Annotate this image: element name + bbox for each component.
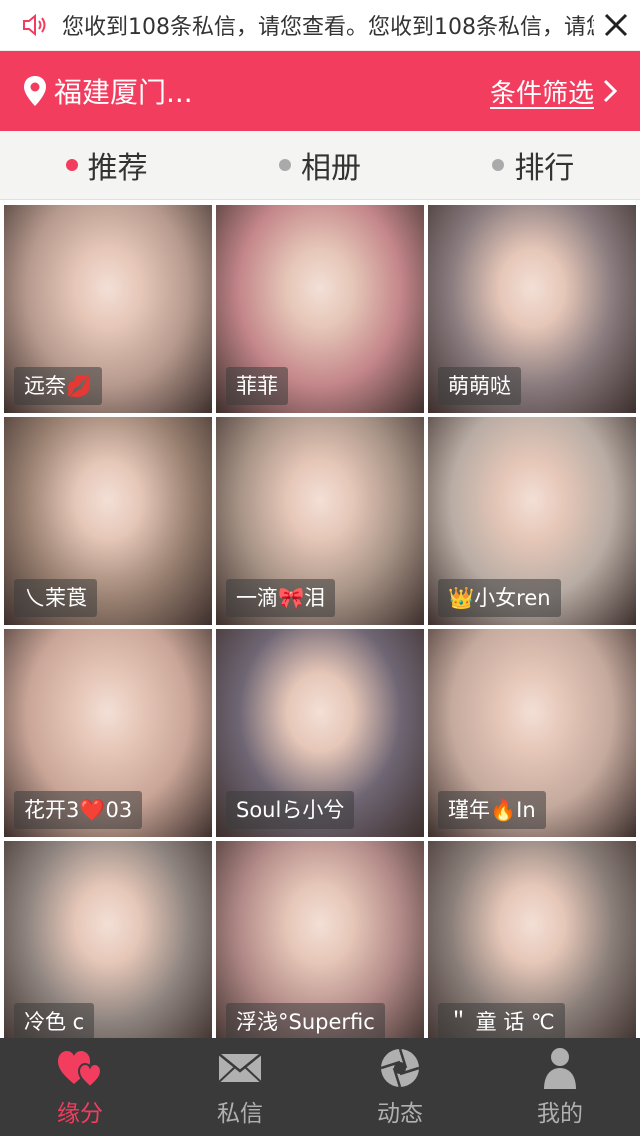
nav-messages[interactable]: 私信 <box>160 1038 320 1136</box>
bottom-nav: 缘分 私信 动态 我的 <box>0 1038 640 1136</box>
profile-card[interactable]: 菲菲 <box>216 205 424 413</box>
aperture-icon <box>380 1048 420 1088</box>
speaker-icon <box>23 13 46 37</box>
tab-ranking[interactable]: 排行 <box>427 131 640 199</box>
location-text[interactable]: 福建厦门... <box>54 71 490 111</box>
profile-name: ＂ 童 话 ℃ <box>438 1003 565 1038</box>
nav-fate[interactable]: 缘分 <box>0 1038 160 1136</box>
nav-label: 私信 <box>217 1101 263 1127</box>
tab-label: 推荐 <box>87 151 148 186</box>
nav-label: 缘分 <box>57 1101 103 1127</box>
tab-indicator-dot <box>278 159 291 171</box>
profile-name: 萌萌哒 <box>438 367 521 405</box>
profile-name: Soulら小兮 <box>226 791 355 829</box>
profile-card[interactable]: 乀茉莨 <box>4 417 212 625</box>
profile-card[interactable]: 萌萌哒 <box>428 205 636 413</box>
profile-name: 花开3❤️03 <box>14 791 143 829</box>
tab-label: 排行 <box>514 151 575 186</box>
profile-name: 👑小女ren <box>438 579 561 617</box>
profile-card[interactable]: 花开3❤️03 <box>4 629 212 837</box>
profile-card[interactable]: 瑾年🔥In <box>428 629 636 837</box>
person-icon <box>544 1048 576 1089</box>
notice-bar: 您收到108条私信，请您查看。您收到108条私信，请您查看。 <box>0 0 640 51</box>
location-pin-icon <box>24 76 46 106</box>
notice-text: 您收到108条私信，请您查看。您收到108条私信，请您查看。 <box>62 15 594 40</box>
profile-name: 一滴🎀泪 <box>226 579 336 617</box>
chevron-right-icon[interactable] <box>600 78 620 104</box>
profile-card[interactable]: 一滴🎀泪 <box>216 417 424 625</box>
profile-card[interactable]: ＂ 童 话 ℃ <box>428 841 636 1038</box>
hearts-icon <box>58 1051 103 1089</box>
envelope-icon <box>218 1053 262 1083</box>
profile-name: 冷色 c <box>14 1003 95 1038</box>
location-header: 福建厦门... 条件筛选 <box>0 51 640 131</box>
tab-recommend[interactable]: 推荐 <box>0 131 213 199</box>
tab-indicator-dot <box>65 159 78 171</box>
nav-moments[interactable]: 动态 <box>320 1038 480 1136</box>
profile-name: 菲菲 <box>226 367 288 405</box>
profile-card[interactable]: 冷色 c <box>4 841 212 1038</box>
close-icon[interactable] <box>602 11 630 39</box>
profile-card[interactable]: 👑小女ren <box>428 417 636 625</box>
profile-card[interactable]: 浮浅°Superfic <box>216 841 424 1038</box>
nav-label: 动态 <box>377 1101 423 1127</box>
profile-card[interactable]: 远奈💋 <box>4 205 212 413</box>
tab-bar: 推荐 相册 排行 <box>0 131 640 200</box>
profile-grid: 远奈💋 菲菲 萌萌哒 乀茉莨 一滴🎀泪 👑小女ren 花开3❤️03 Soulら… <box>0 203 640 1038</box>
filter-link[interactable]: 条件筛选 <box>490 73 594 110</box>
profile-name: 瑾年🔥In <box>438 791 546 829</box>
profile-name: 乀茉莨 <box>14 579 97 617</box>
profile-name: 浮浅°Superfic <box>226 1003 385 1038</box>
profile-card[interactable]: Soulら小兮 <box>216 629 424 837</box>
nav-profile[interactable]: 我的 <box>480 1038 640 1136</box>
profile-name: 远奈💋 <box>14 367 103 405</box>
tab-indicator-dot <box>492 159 505 171</box>
tab-label: 相册 <box>300 151 361 186</box>
tab-album[interactable]: 相册 <box>213 131 426 199</box>
nav-label: 我的 <box>537 1101 583 1127</box>
